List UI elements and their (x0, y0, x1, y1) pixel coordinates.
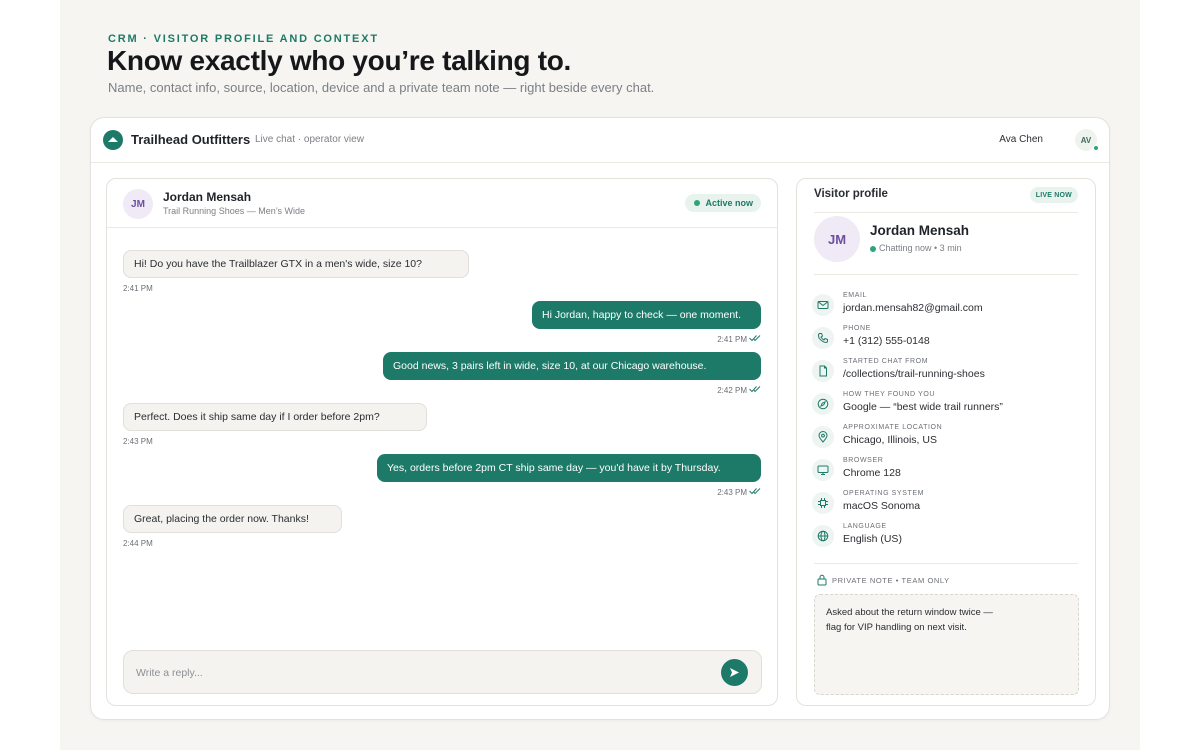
message-bubble-outgoing: Yes, orders before 2pm CT ship same day … (377, 454, 761, 482)
message-time: 2:42 PM (717, 386, 747, 395)
field-label: APPROXIMATE LOCATION (843, 424, 943, 431)
operator-online-dot (1093, 145, 1099, 151)
reply-input[interactable] (136, 663, 696, 683)
compass-icon (812, 393, 834, 415)
field-label: LANGUAGE (843, 523, 887, 530)
operator-name: Ava Chen (999, 134, 1043, 145)
divider (814, 212, 1078, 213)
message-bubble-incoming: Perfect. Does it ship same day if I orde… (123, 403, 427, 431)
field-location: APPROXIMATE LOCATION Chicago, Illinois, … (812, 424, 1082, 452)
field-start-page: STARTED CHAT FROM /collections/trail-run… (812, 358, 1082, 386)
visitor-context: Trail Running Shoes — Men’s Wide (163, 206, 306, 216)
active-dot-icon (694, 200, 701, 206)
field-value: English (US) (843, 533, 902, 545)
brand-subtitle: Live chat · operator view (255, 134, 364, 145)
private-note-label: PRIVATE NOTE • TEAM ONLY (832, 576, 950, 585)
field-value: Chrome 128 (843, 467, 901, 479)
field-language: LANGUAGE English (US) (812, 523, 1082, 551)
page-icon (812, 360, 834, 382)
message-time: 2:43 PM (717, 488, 747, 497)
private-note-text: Asked about the return window twice — fl… (826, 607, 993, 633)
page-headline: Know exactly who you’re talking to. (107, 45, 572, 76)
location-pin-icon (812, 426, 834, 448)
private-note-field[interactable]: Asked about the return window twice — fl… (814, 594, 1079, 695)
visitor-avatar: JM (123, 189, 153, 219)
field-phone: PHONE +1 (312) 555-0148 (812, 325, 1082, 353)
profile-name: Jordan Mensah (870, 223, 970, 238)
chip-icon (812, 492, 834, 514)
app-window: Trailhead Outfitters Live chat · operato… (90, 117, 1110, 720)
status-badge: Active now (685, 194, 761, 212)
live-badge: LIVE NOW (1029, 187, 1078, 203)
message-time: 2:41 PM (717, 335, 747, 344)
field-label: EMAIL (843, 292, 868, 299)
brand-name: Trailhead Outfitters (131, 132, 251, 147)
field-value: macOS Sonoma (843, 500, 921, 512)
profile-title: Visitor profile (814, 188, 888, 200)
message-bubble-outgoing: Hi Jordan, happy to check — one moment. (532, 301, 761, 329)
field-value[interactable]: /collections/trail-running-shoes (843, 368, 985, 380)
read-receipt-icon (749, 386, 761, 393)
message-bubble-outgoing: Good news, 3 pairs left in wide, size 10… (383, 352, 761, 380)
field-email: EMAIL jordan.mensah82@gmail.com (812, 292, 1082, 320)
lock-icon (817, 574, 827, 586)
send-button[interactable] (721, 659, 748, 686)
field-label: STARTED CHAT FROM (843, 358, 929, 365)
field-value[interactable]: jordan.mensah82@gmail.com (843, 302, 983, 314)
monitor-icon (812, 459, 834, 481)
field-label: BROWSER (843, 457, 884, 464)
divider (814, 563, 1078, 564)
profile-status: Chatting now • 3 min (879, 243, 962, 253)
page-subhead: Name, contact info, source, location, de… (108, 80, 655, 95)
field-value: Chicago, Illinois, US (843, 434, 937, 446)
chat-panel: JM Jordan Mensah Trail Running Shoes — M… (106, 178, 778, 706)
profile-avatar: JM (814, 216, 860, 262)
read-receipt-icon (749, 488, 761, 495)
read-receipt-icon (749, 335, 761, 342)
field-label: OPERATING SYSTEM (843, 490, 925, 497)
field-label: PHONE (843, 325, 871, 332)
field-value: Google — “best wide trail runners” (843, 401, 1003, 413)
message-time: 2:43 PM (123, 437, 153, 446)
field-source: HOW THEY FOUND YOU Google — “best wide t… (812, 391, 1082, 419)
field-os: OPERATING SYSTEM macOS Sonoma (812, 490, 1082, 518)
visitor-name: Jordan Mensah (163, 190, 252, 204)
message-bubble-incoming: Great, placing the order now. Thanks! (123, 505, 342, 533)
status-label: Active now (705, 198, 753, 208)
reply-composer (123, 650, 762, 694)
divider (814, 274, 1078, 275)
phone-icon (812, 327, 834, 349)
email-icon (812, 294, 834, 316)
message-time: 2:41 PM (123, 284, 153, 293)
chat-header: JM Jordan Mensah Trail Running Shoes — M… (107, 179, 777, 228)
globe-icon (812, 525, 834, 547)
field-browser: BROWSER Chrome 128 (812, 457, 1082, 485)
online-dot-icon (870, 246, 876, 252)
message-time: 2:44 PM (123, 539, 153, 548)
brand-logo-icon (103, 130, 123, 150)
message-bubble-incoming: Hi! Do you have the Trailblazer GTX in a… (123, 250, 469, 278)
page-eyebrow: CRM · VISITOR PROFILE AND CONTEXT (108, 33, 379, 45)
visitor-profile-panel: Visitor profile LIVE NOW JM Jordan Mensa… (796, 178, 1096, 706)
field-value[interactable]: +1 (312) 555-0148 (843, 335, 930, 347)
top-bar: Trailhead Outfitters Live chat · operato… (91, 118, 1109, 163)
send-icon (730, 668, 739, 677)
field-label: HOW THEY FOUND YOU (843, 391, 936, 398)
